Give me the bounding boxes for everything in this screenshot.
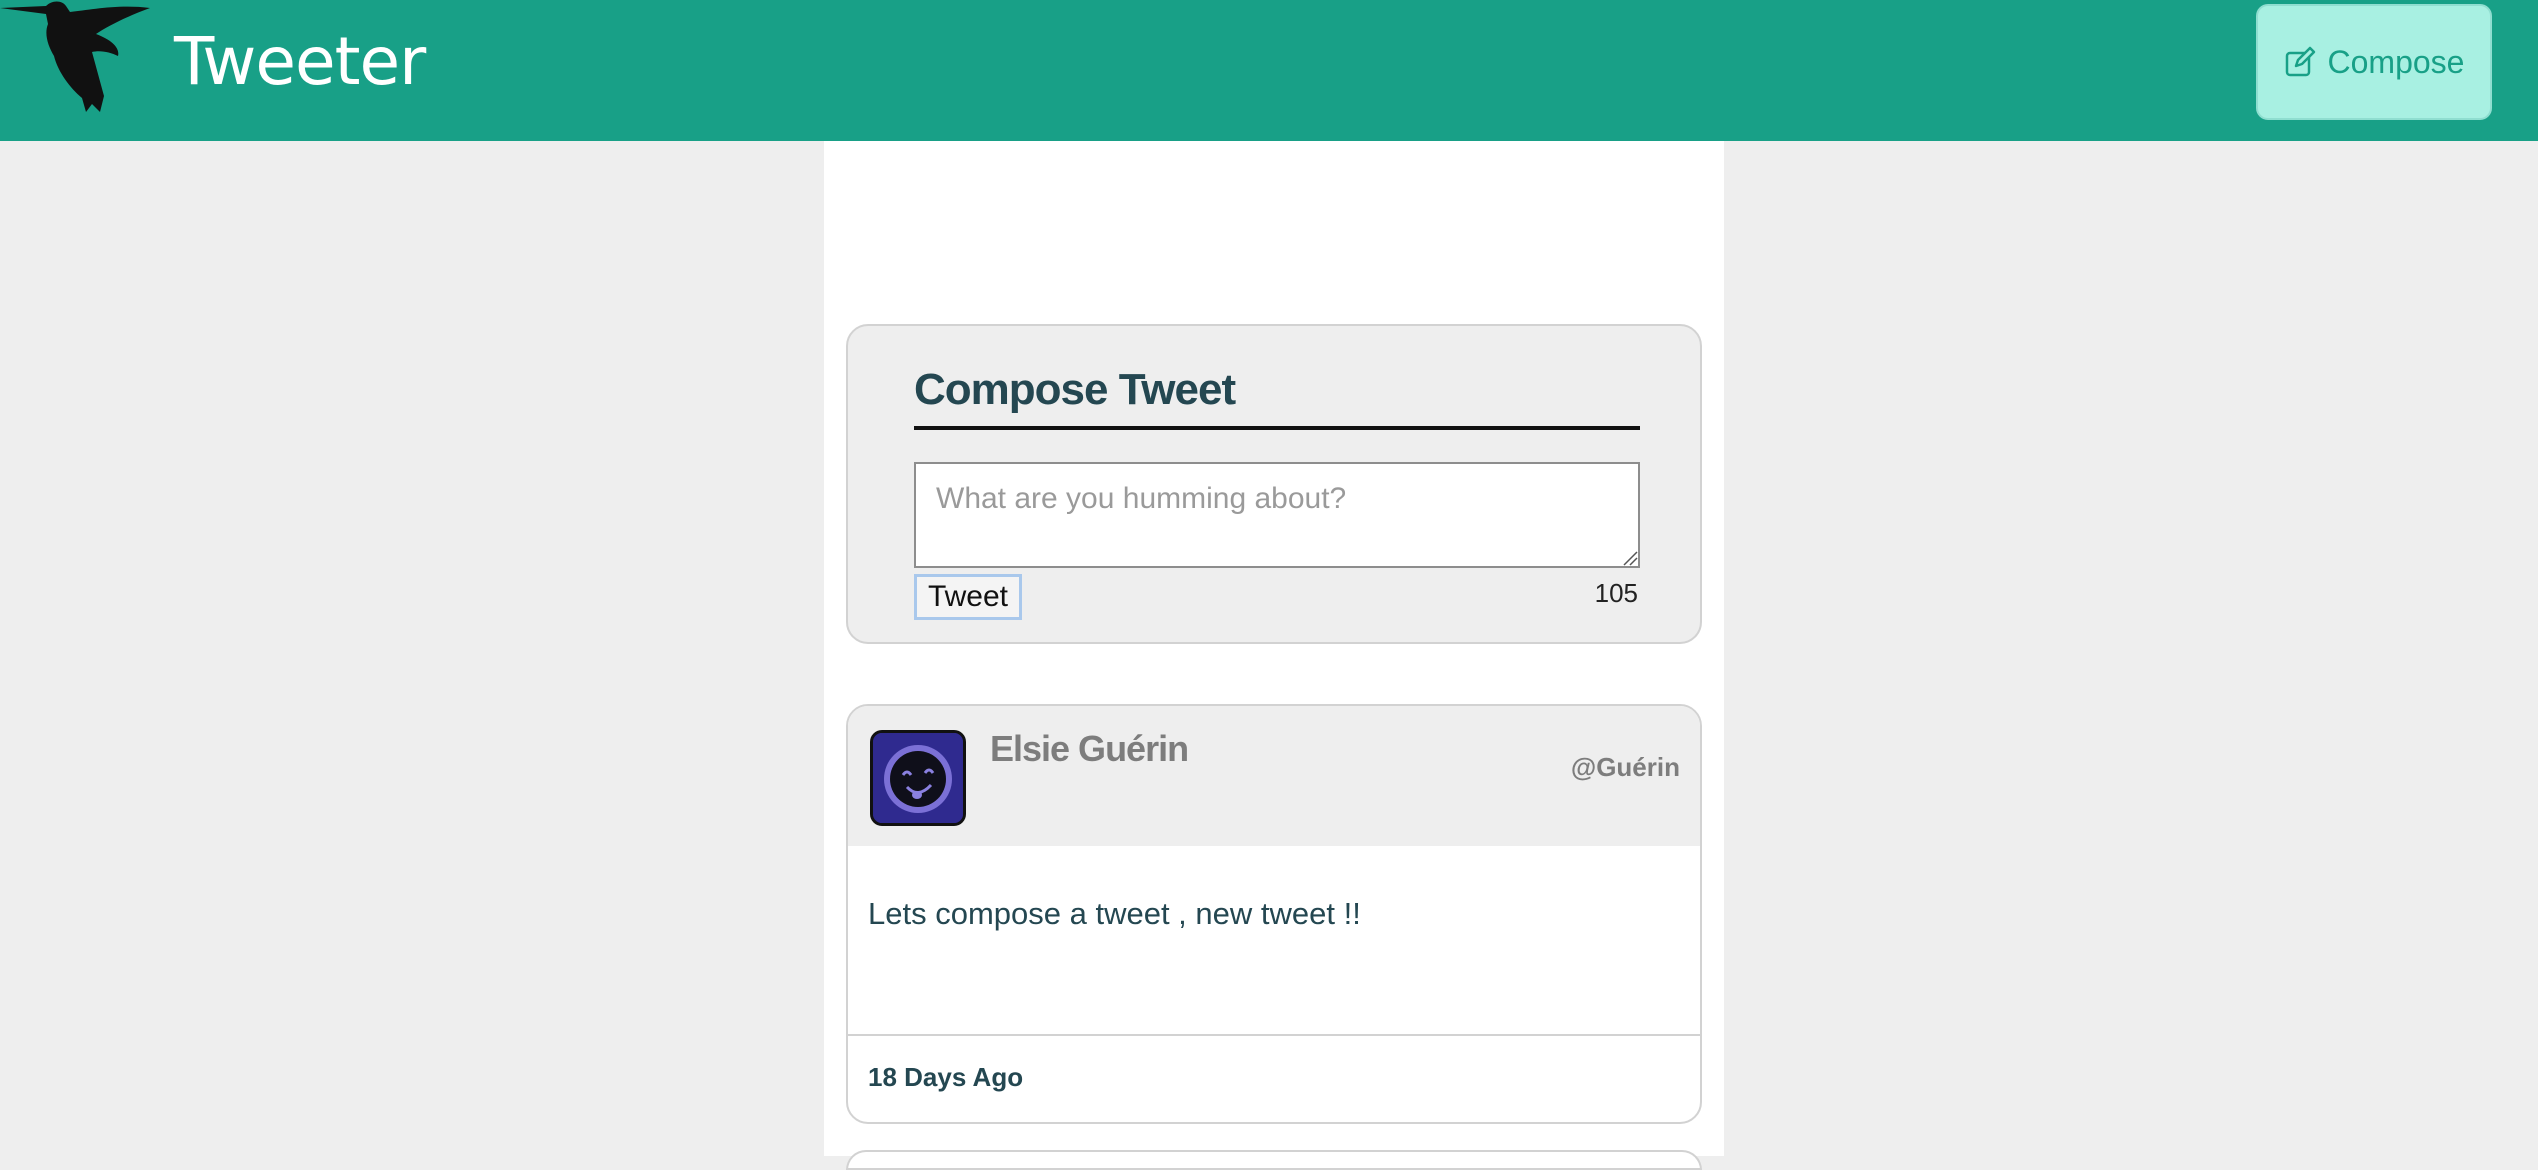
compose-toggle-button[interactable]: Compose	[2256, 4, 2492, 120]
tweet-submit-button[interactable]: Tweet	[914, 574, 1022, 620]
tweet-header: Elsie Guérin @Guérin	[848, 706, 1700, 846]
top-nav-bar: Tweeter Compose	[0, 0, 2538, 141]
tweet-content: Lets compose a tweet , new tweet !!	[868, 896, 1361, 931]
compose-title: Compose Tweet	[914, 364, 1640, 430]
tweet-timestamp: 18 Days Ago	[868, 1062, 1024, 1092]
brand-title: Tweeter	[174, 23, 426, 100]
tweet-footer: 18 Days Ago	[848, 1034, 1700, 1122]
next-tweet-article	[846, 1150, 1702, 1170]
author-name: Elsie Guérin	[990, 728, 1189, 769]
compose-button-label: Compose	[2327, 43, 2465, 80]
avatar	[870, 730, 966, 826]
hummingbird-icon	[0, 1, 150, 112]
tweet-article: Elsie Guérin @Guérin Lets compose a twee…	[846, 704, 1702, 1124]
compose-tweet-panel: Compose Tweet Tweet 105	[846, 324, 1702, 644]
author-handle: @Guérin	[1570, 752, 1680, 782]
smiley-avatar-icon	[873, 733, 963, 823]
edit-icon	[2285, 46, 2315, 77]
char-counter: 105	[1594, 578, 1638, 608]
tweet-textarea[interactable]	[914, 462, 1640, 568]
resize-grip-icon[interactable]	[1622, 550, 1638, 566]
